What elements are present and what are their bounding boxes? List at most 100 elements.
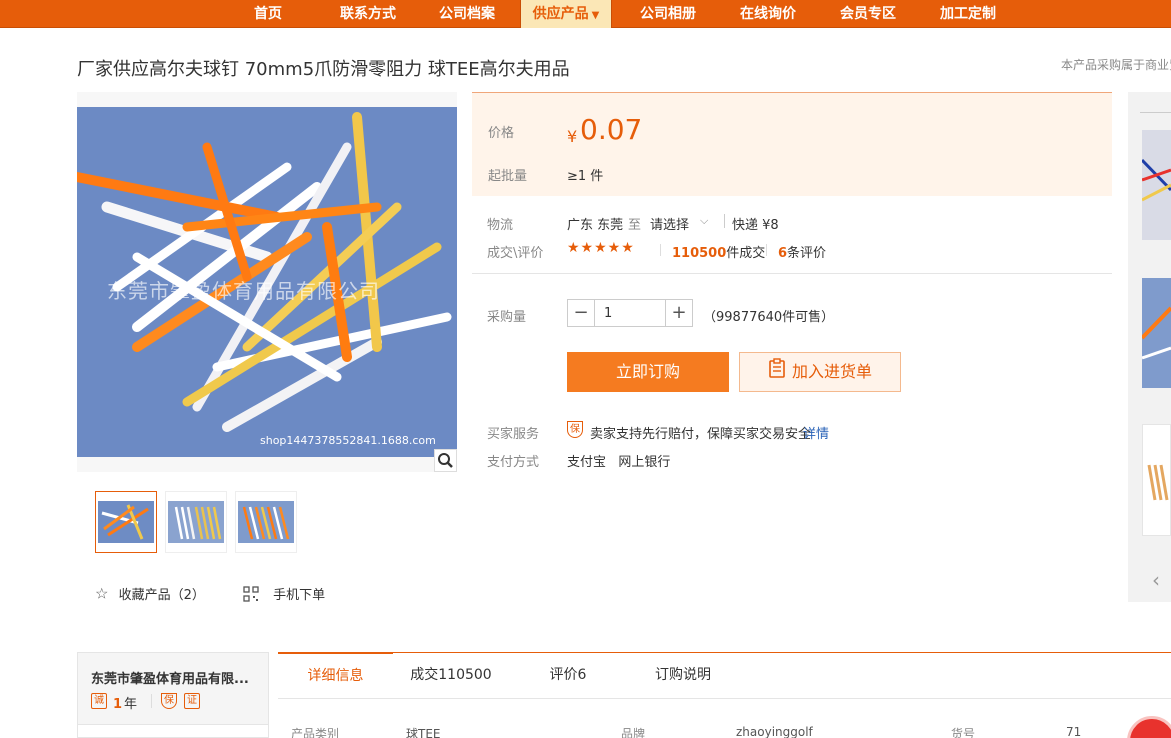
service-label: 买家服务 — [487, 427, 540, 442]
shield-icon: 保 — [567, 421, 583, 438]
divider — [766, 244, 767, 256]
recommended-image — [1142, 278, 1171, 388]
price-value: 0.07 — [580, 113, 643, 146]
recommendation-strip — [1128, 92, 1171, 602]
divider — [1140, 112, 1171, 113]
decrease-button[interactable]: − — [568, 300, 595, 326]
reviews-count-suffix: 条评价 — [787, 246, 827, 261]
company-card-header — [78, 653, 268, 725]
category-key: 产品类别 — [291, 727, 340, 738]
brand-value: zhaoyinggolf — [736, 725, 813, 738]
ship-from: 广东 东莞 — [567, 218, 624, 233]
increase-button[interactable]: + — [665, 300, 692, 326]
shop-url-watermark: shop1447378552841.1688.com — [260, 434, 436, 447]
nav-contact[interactable]: 联系方式 — [327, 0, 409, 28]
favorite-label: 收藏产品（2） — [118, 588, 205, 603]
clipboard-icon — [768, 354, 786, 392]
nav-custom[interactable]: 加工定制 — [927, 0, 1009, 28]
thumbnail-image — [168, 501, 224, 543]
nav-company-profile[interactable]: 公司档案 — [426, 0, 508, 28]
magnifier-icon — [438, 453, 453, 468]
certificate-badge-icon: 证 — [184, 693, 200, 709]
payment-label: 支付方式 — [487, 455, 540, 470]
nav-album[interactable]: 公司相册 — [627, 0, 709, 28]
price-currency: ¥ — [567, 127, 578, 146]
service-details-link[interactable]: 详情 — [803, 423, 829, 442]
divider — [151, 694, 152, 708]
reviews-count[interactable]: 6条评价 — [778, 242, 826, 261]
deals-count[interactable]: 110500件成交 — [672, 242, 765, 261]
star-outline-icon: ☆ — [95, 584, 109, 603]
rating-stars: ★★★★★ — [567, 240, 635, 256]
add-to-cart-label: 加入进货单 — [791, 362, 872, 381]
company-name[interactable]: 东莞市肇盈体育用品有限... — [91, 668, 249, 687]
shipping-fee: 快递 ¥8 — [732, 218, 779, 233]
trade-note: 本产品采购属于商业贸 — [1061, 58, 1171, 72]
integrity-badge-icon: 诚 — [91, 693, 107, 709]
section-divider — [472, 273, 1112, 274]
buy-now-button[interactable]: 立即订购 — [567, 352, 729, 392]
deals-label: 成交\评价 — [487, 246, 544, 261]
logistics-label: 物流 — [487, 218, 514, 233]
thumbnail-image — [98, 501, 154, 543]
nav-home[interactable]: 首页 — [236, 0, 300, 28]
chevron-down-icon: ▼ — [591, 10, 600, 21]
qr-code-icon — [243, 585, 263, 602]
price-panel: 价格 ¥ 0.07 起批量 ≥1 件 — [472, 92, 1112, 196]
tab-details[interactable]: 详细信息 — [278, 652, 393, 698]
available-stock: （99877640件可售） — [703, 310, 835, 325]
chevron-down-icon: ⌵ — [700, 214, 709, 227]
reviews-count-number: 6 — [778, 246, 788, 261]
destination-select-value: 请选择 — [650, 218, 690, 233]
member-years-unit: 年 — [124, 697, 138, 712]
member-years: 1年 — [113, 693, 137, 712]
floating-promo-button[interactable] — [1127, 716, 1171, 738]
nav-products[interactable]: 供应产品 ▼ — [520, 0, 612, 28]
detail-tabs: 详细信息 成交110500 评价6 订购说明 — [278, 652, 1171, 699]
quantity-input[interactable] — [596, 300, 666, 326]
favorite-button[interactable]: ☆ 收藏产品（2） — [95, 584, 205, 604]
add-to-cart-button[interactable]: 加入进货单 — [739, 352, 901, 392]
category-value: 球TEE — [406, 727, 441, 738]
thumbnail-3[interactable] — [235, 491, 297, 553]
recommended-item-2[interactable] — [1142, 278, 1171, 388]
top-nav: 首页 联系方式 公司档案 供应产品 ▼ 公司相册 在线询价 会员专区 加工定制 — [0, 0, 1171, 28]
recommended-image — [1142, 130, 1171, 240]
thumbnail-image — [238, 501, 294, 543]
member-years-number: 1 — [113, 697, 123, 712]
thumbnail-1[interactable] — [95, 491, 157, 553]
nav-members[interactable]: 会员专区 — [827, 0, 909, 28]
thumbnail-2[interactable] — [165, 491, 227, 553]
recommended-item-3[interactable] — [1142, 424, 1171, 536]
chevron-left-icon[interactable]: ‹ — [1152, 568, 1160, 592]
quantity-stepper: − + — [567, 299, 693, 327]
service-text: 卖家支持先行赔付，保障买家交易安全 — [590, 427, 812, 442]
sku-value: 71 — [1066, 725, 1082, 738]
deals-count-number: 110500 — [672, 246, 727, 261]
tab-order-notes[interactable]: 订购说明 — [638, 653, 728, 699]
main-product-image[interactable]: 东莞市肇盈体育用品有限公司 shop1447378552841.1688.com — [77, 92, 457, 472]
ship-to-word: 至 — [628, 218, 642, 233]
mobile-order-button[interactable]: 手机下单 — [243, 584, 325, 603]
tab-deals[interactable]: 成交110500 — [396, 653, 506, 699]
nav-inquiry[interactable]: 在线询价 — [727, 0, 809, 28]
brand-key: 品牌 — [621, 727, 646, 738]
image-watermark: 东莞市肇盈体育用品有限公司 — [107, 279, 380, 303]
recommended-image — [1143, 425, 1170, 535]
deals-count-suffix: 件成交 — [726, 246, 766, 261]
destination-select[interactable]: 请选择 ⌵ — [650, 214, 720, 233]
quantity-label: 采购量 — [487, 310, 527, 325]
company-card: 东莞市肇盈体育用品有限... 诚 1年 保 证 — [77, 652, 269, 738]
nav-products-label: 供应产品 — [532, 6, 589, 22]
divider — [724, 214, 725, 228]
mobile-order-label: 手机下单 — [273, 588, 326, 603]
moq-value: ≥1 件 — [567, 169, 604, 184]
moq-label: 起批量 — [488, 169, 528, 184]
sku-key: 货号 — [951, 727, 976, 738]
page-title: 厂家供应高尔夫球钉 70mm5爪防滑零阻力 球TEE高尔夫用品 — [77, 59, 570, 80]
payment-methods: 支付宝 网上银行 — [567, 455, 671, 470]
recommended-item-1[interactable] — [1142, 130, 1171, 240]
zoom-button[interactable] — [434, 449, 457, 472]
guarantee-badge-icon: 保 — [161, 693, 177, 709]
tab-reviews[interactable]: 评价6 — [528, 653, 608, 699]
